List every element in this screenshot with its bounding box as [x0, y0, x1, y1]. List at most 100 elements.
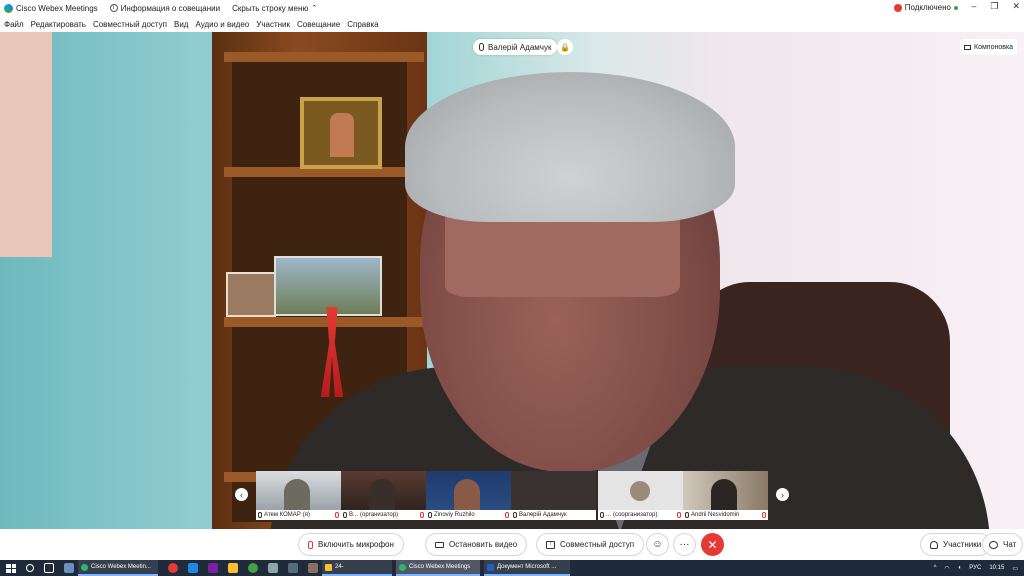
- restore-icon[interactable]: ❐: [990, 1, 998, 12]
- taskbar-app-label: Cisco Webex Meetin...: [91, 564, 151, 570]
- chat-button[interactable]: Чат: [982, 533, 1024, 556]
- chevron-up-icon[interactable]: ^: [934, 565, 937, 571]
- app-title: Cisco Webex Meetings: [0, 3, 98, 13]
- taskbar-app-word[interactable]: Документ Microsoft ...: [484, 560, 570, 576]
- info-icon: i: [109, 4, 118, 12]
- window-title: Cisco Webex Meetings: [16, 3, 98, 13]
- title-bar: Cisco Webex Meetings i Информация о сове…: [0, 0, 1024, 16]
- connection-status[interactable]: Подключено: [893, 3, 958, 12]
- search-icon[interactable]: [26, 564, 34, 572]
- taskbar-app-folder[interactable]: 24-: [322, 560, 392, 576]
- volume-icon[interactable]: ◖: [958, 565, 962, 571]
- store-icon[interactable]: [64, 563, 74, 573]
- windows-start-icon[interactable]: [6, 563, 16, 573]
- menu-help[interactable]: Справка: [347, 20, 378, 29]
- participant-thumbnail[interactable]: Атем КОМАР (я): [256, 471, 341, 520]
- taskbar-app-label: Документ Microsoft ...: [497, 564, 557, 570]
- participant-role: (организатор): [360, 512, 399, 518]
- participant-thumbnail[interactable]: Andrii Nesvidomin: [683, 471, 768, 520]
- task-view-icon[interactable]: [44, 563, 54, 573]
- app-icon[interactable]: [268, 563, 278, 573]
- layout-icon: [964, 44, 971, 50]
- muted-mic-icon: [677, 512, 681, 518]
- meeting-info-button[interactable]: i Информация о совещании: [109, 3, 221, 13]
- connected-dot-icon: [954, 5, 958, 10]
- participant-role: (я): [302, 512, 311, 518]
- stop-video-button[interactable]: Остановить видео: [425, 533, 528, 556]
- participant-name: В...: [349, 512, 359, 518]
- app-icon[interactable]: [288, 563, 298, 573]
- wall-calendar: [0, 32, 52, 257]
- strip-prev-button[interactable]: ‹: [235, 488, 248, 501]
- chat-label: Чат: [1003, 540, 1017, 549]
- lock-icon[interactable]: 🔒: [557, 39, 573, 55]
- participant-thumbnail[interactable]: ... (соорганизатор): [598, 471, 683, 520]
- taskbar: Cisco Webex Meetin... 24- Cisco Webex Me…: [0, 560, 1024, 576]
- menu-meeting[interactable]: Совещание: [297, 20, 340, 29]
- participants-button[interactable]: Участники: [920, 533, 992, 556]
- network-icon[interactable]: ◠: [944, 565, 949, 572]
- word-icon: [487, 563, 494, 571]
- menu-file[interactable]: Файл: [4, 20, 24, 29]
- language-indicator[interactable]: РУС: [969, 565, 981, 571]
- close-icon: ✕: [707, 537, 718, 552]
- notification-icon[interactable]: ▭: [1012, 565, 1018, 572]
- more-options-button[interactable]: ···: [673, 533, 696, 556]
- microphone-icon: [600, 512, 604, 518]
- menu-audio-video[interactable]: Аудио и видео: [195, 20, 249, 29]
- clock[interactable]: 10:15: [989, 565, 1004, 571]
- participant-thumbnail[interactable]: Zinoviy Ruzhilo: [426, 471, 511, 520]
- strip-next-button[interactable]: ›: [776, 488, 789, 501]
- participant-name: Валерій Адамчук: [519, 512, 567, 518]
- taskbar-app-label: 24-: [335, 564, 344, 570]
- layout-label: Компоновка: [974, 43, 1014, 51]
- camera-icon: [435, 541, 444, 548]
- microphone-icon: [343, 512, 347, 518]
- muted-mic-icon: [505, 512, 509, 518]
- hide-menu-button[interactable]: Скрыть строку меню ⌃: [232, 4, 317, 13]
- close-icon[interactable]: ✕: [1012, 1, 1020, 12]
- opera-icon[interactable]: [168, 563, 178, 573]
- taskbar-app-webex[interactable]: Cisco Webex Meetin...: [78, 560, 158, 576]
- more-icon: ···: [679, 539, 690, 550]
- participants-label: Участники: [943, 540, 982, 549]
- chat-icon: [989, 540, 998, 549]
- meeting-info-label: Информация о совещании: [120, 3, 221, 13]
- menu-participant[interactable]: Участник: [256, 20, 290, 29]
- reactions-button[interactable]: ☺: [646, 533, 669, 556]
- minimize-icon[interactable]: –: [971, 1, 976, 12]
- share-button[interactable]: ↑ Совместный доступ: [536, 533, 645, 556]
- folder-icon[interactable]: [228, 563, 238, 573]
- menu-share[interactable]: Совместный доступ: [93, 20, 167, 29]
- unmute-button[interactable]: Включить микрофон: [298, 533, 404, 556]
- window-controls: – ❐ ✕: [971, 1, 1020, 12]
- photoshop-icon[interactable]: [208, 563, 218, 573]
- participant-thumbnail[interactable]: В... (организатор): [341, 471, 426, 520]
- connection-icon: [893, 3, 902, 12]
- folder-icon: [325, 563, 332, 571]
- webex-logo-icon: [81, 563, 88, 571]
- chevron-up-icon: ⌃: [311, 5, 318, 12]
- chevron-right-icon: ›: [781, 489, 784, 500]
- menu-view[interactable]: Вид: [174, 20, 188, 29]
- participant-name: Zinoviy Ruzhilo: [434, 512, 475, 518]
- webex-logo-icon: [4, 3, 13, 13]
- stop-video-label: Остановить видео: [449, 540, 518, 549]
- muted-mic-icon: [420, 512, 424, 518]
- store-app-icon[interactable]: [188, 563, 198, 573]
- unmute-label: Включить микрофон: [318, 540, 394, 549]
- muted-mic-icon: [308, 540, 313, 549]
- menu-edit[interactable]: Редактировать: [31, 20, 86, 29]
- taskbar-app-webex-meetings[interactable]: Cisco Webex Meetings: [396, 560, 480, 576]
- muted-mic-icon: [335, 512, 339, 518]
- layout-button[interactable]: Компоновка: [960, 39, 1018, 55]
- participant-name: Атем КОМАР: [264, 512, 301, 518]
- chevron-left-icon: ‹: [240, 489, 243, 500]
- chrome-icon[interactable]: [248, 563, 258, 573]
- app-icon[interactable]: [308, 563, 318, 573]
- microphone-icon: [685, 512, 689, 518]
- share-icon: ↑: [546, 540, 555, 549]
- participant-thumbnail[interactable]: Валерій Адамчук: [511, 471, 596, 520]
- leave-meeting-button[interactable]: ✕: [701, 533, 724, 556]
- participant-name: Andrii Nesvidomin: [691, 512, 740, 518]
